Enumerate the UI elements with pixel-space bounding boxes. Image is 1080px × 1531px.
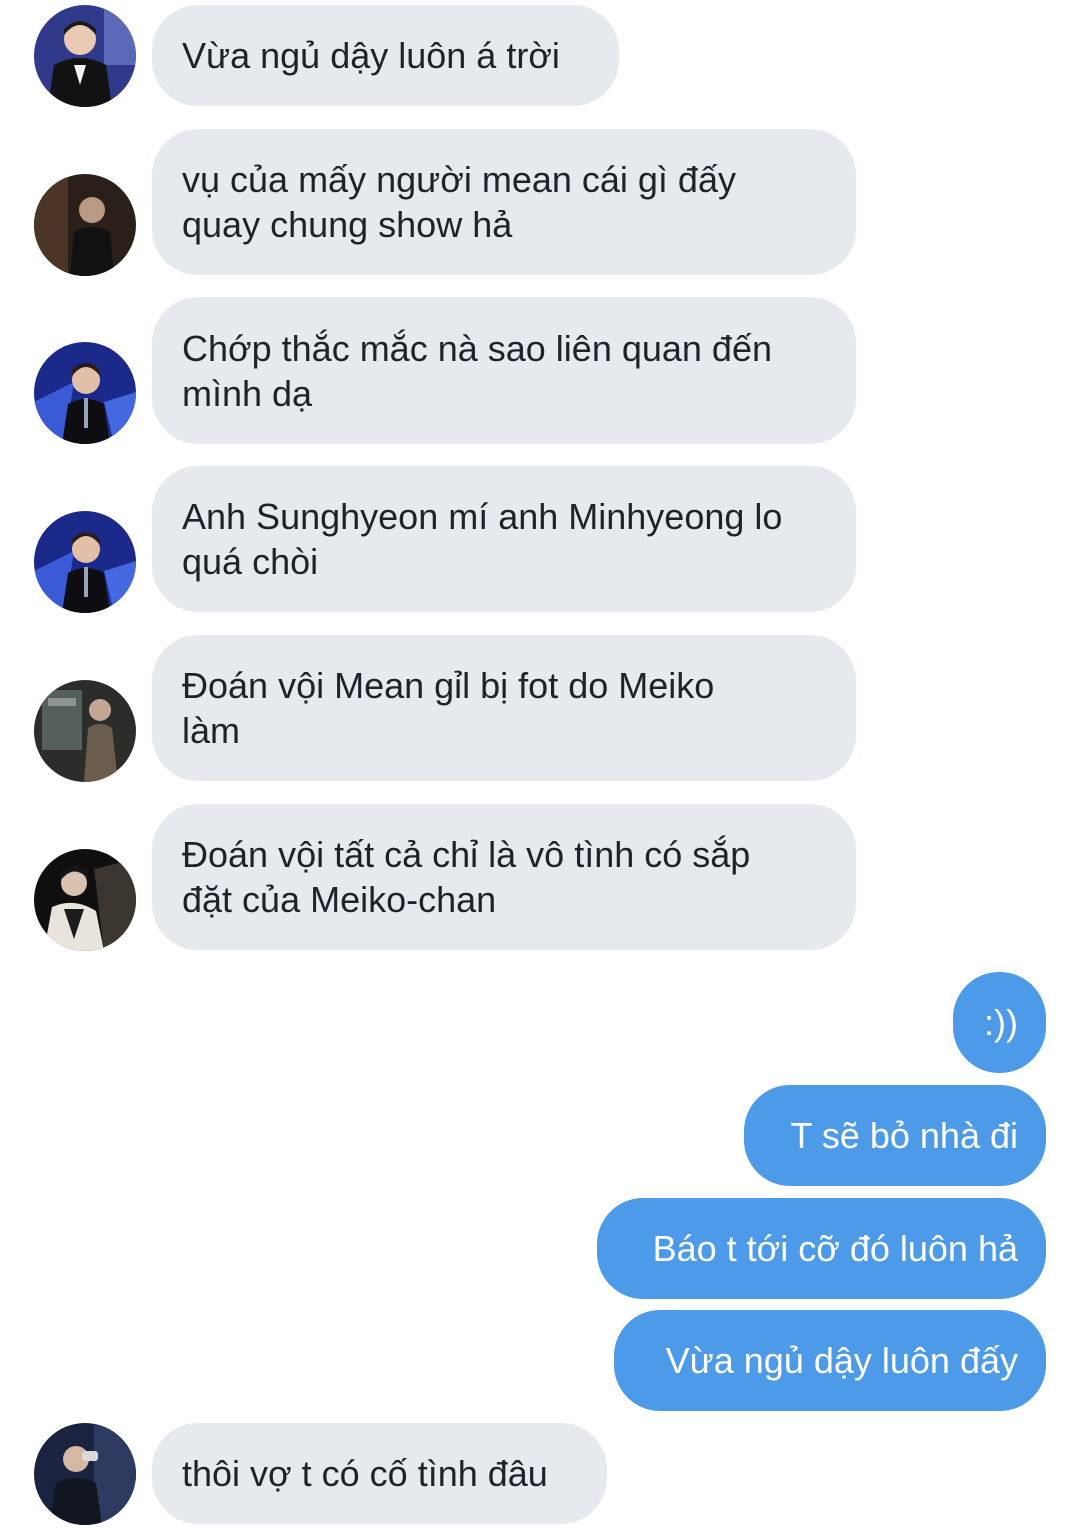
incoming-message[interactable]: thôi vợ t có cố tình đâu bbox=[152, 1423, 607, 1524]
incoming-message[interactable]: Anh Sunghyeon mí anh Minhyeong lo quá ch… bbox=[152, 466, 856, 612]
sender-avatar[interactable] bbox=[34, 174, 136, 276]
outgoing-message[interactable]: T sẽ bỏ nhà đi bbox=[744, 1085, 1046, 1186]
outgoing-message[interactable]: :)) bbox=[953, 972, 1046, 1073]
message-text: Đoán vội Mean gỉl bị fot do Meiko làm bbox=[182, 665, 715, 751]
message-text: T sẽ bỏ nhà đi bbox=[790, 1115, 1019, 1156]
incoming-message[interactable]: Vừa ngủ dậy luôn á trời bbox=[152, 5, 619, 106]
sender-avatar[interactable] bbox=[34, 342, 136, 444]
message-text: Đoán vội tất cả chỉ là vô tình có sắp đặ… bbox=[182, 834, 751, 920]
outgoing-message[interactable]: Vừa ngủ dậy luôn đấy bbox=[614, 1310, 1046, 1411]
outgoing-message[interactable]: Báo t tới cỡ đó luôn hả bbox=[597, 1198, 1046, 1299]
message-text: Báo t tới cỡ đó luôn hả bbox=[652, 1228, 1018, 1269]
sender-avatar[interactable] bbox=[34, 511, 136, 613]
message-text: Vừa ngủ dậy luôn á trời bbox=[182, 35, 560, 76]
incoming-message[interactable]: Đoán vội tất cả chỉ là vô tình có sắp đặ… bbox=[152, 804, 856, 950]
message-text: :)) bbox=[984, 1002, 1018, 1043]
message-text: Vừa ngủ dậy luôn đấy bbox=[665, 1340, 1018, 1381]
incoming-message[interactable]: vụ của mấy người mean cái gì đấy quay ch… bbox=[152, 129, 856, 275]
incoming-message[interactable]: Đoán vội Mean gỉl bị fot do Meiko làm bbox=[152, 635, 856, 781]
message-text: vụ của mấy người mean cái gì đấy quay ch… bbox=[182, 159, 736, 245]
incoming-message[interactable]: Chớp thắc mắc nà sao liên quan đến mình … bbox=[152, 297, 856, 444]
sender-avatar[interactable] bbox=[34, 849, 136, 951]
chat-thread: Vừa ngủ dậy luôn á trời vụ của mấy người… bbox=[0, 0, 1080, 1531]
message-text: thôi vợ t có cố tình đâu bbox=[182, 1453, 548, 1494]
message-text: Anh Sunghyeon mí anh Minhyeong lo quá ch… bbox=[182, 496, 783, 582]
sender-avatar[interactable] bbox=[34, 680, 136, 782]
sender-avatar[interactable] bbox=[34, 5, 136, 107]
message-text: Chớp thắc mắc nà sao liên quan đến mình … bbox=[182, 327, 772, 414]
sender-avatar[interactable] bbox=[34, 1423, 136, 1525]
